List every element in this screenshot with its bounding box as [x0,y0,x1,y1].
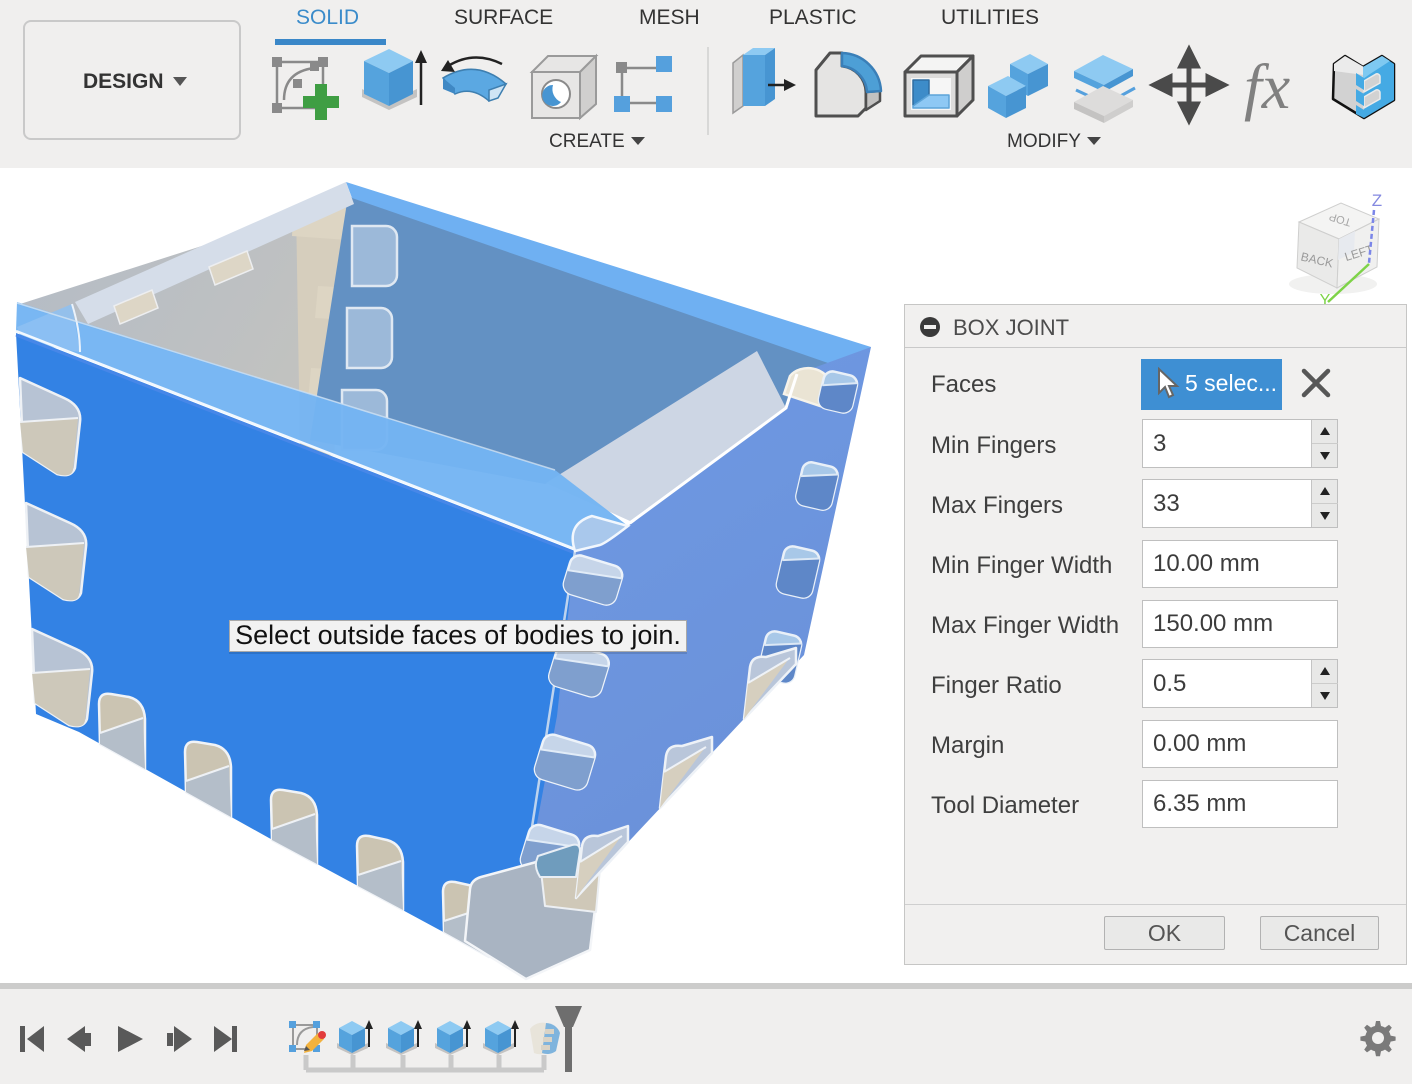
svg-text:fx: fx [1244,51,1290,122]
svg-text:Z: Z [1372,191,1382,210]
